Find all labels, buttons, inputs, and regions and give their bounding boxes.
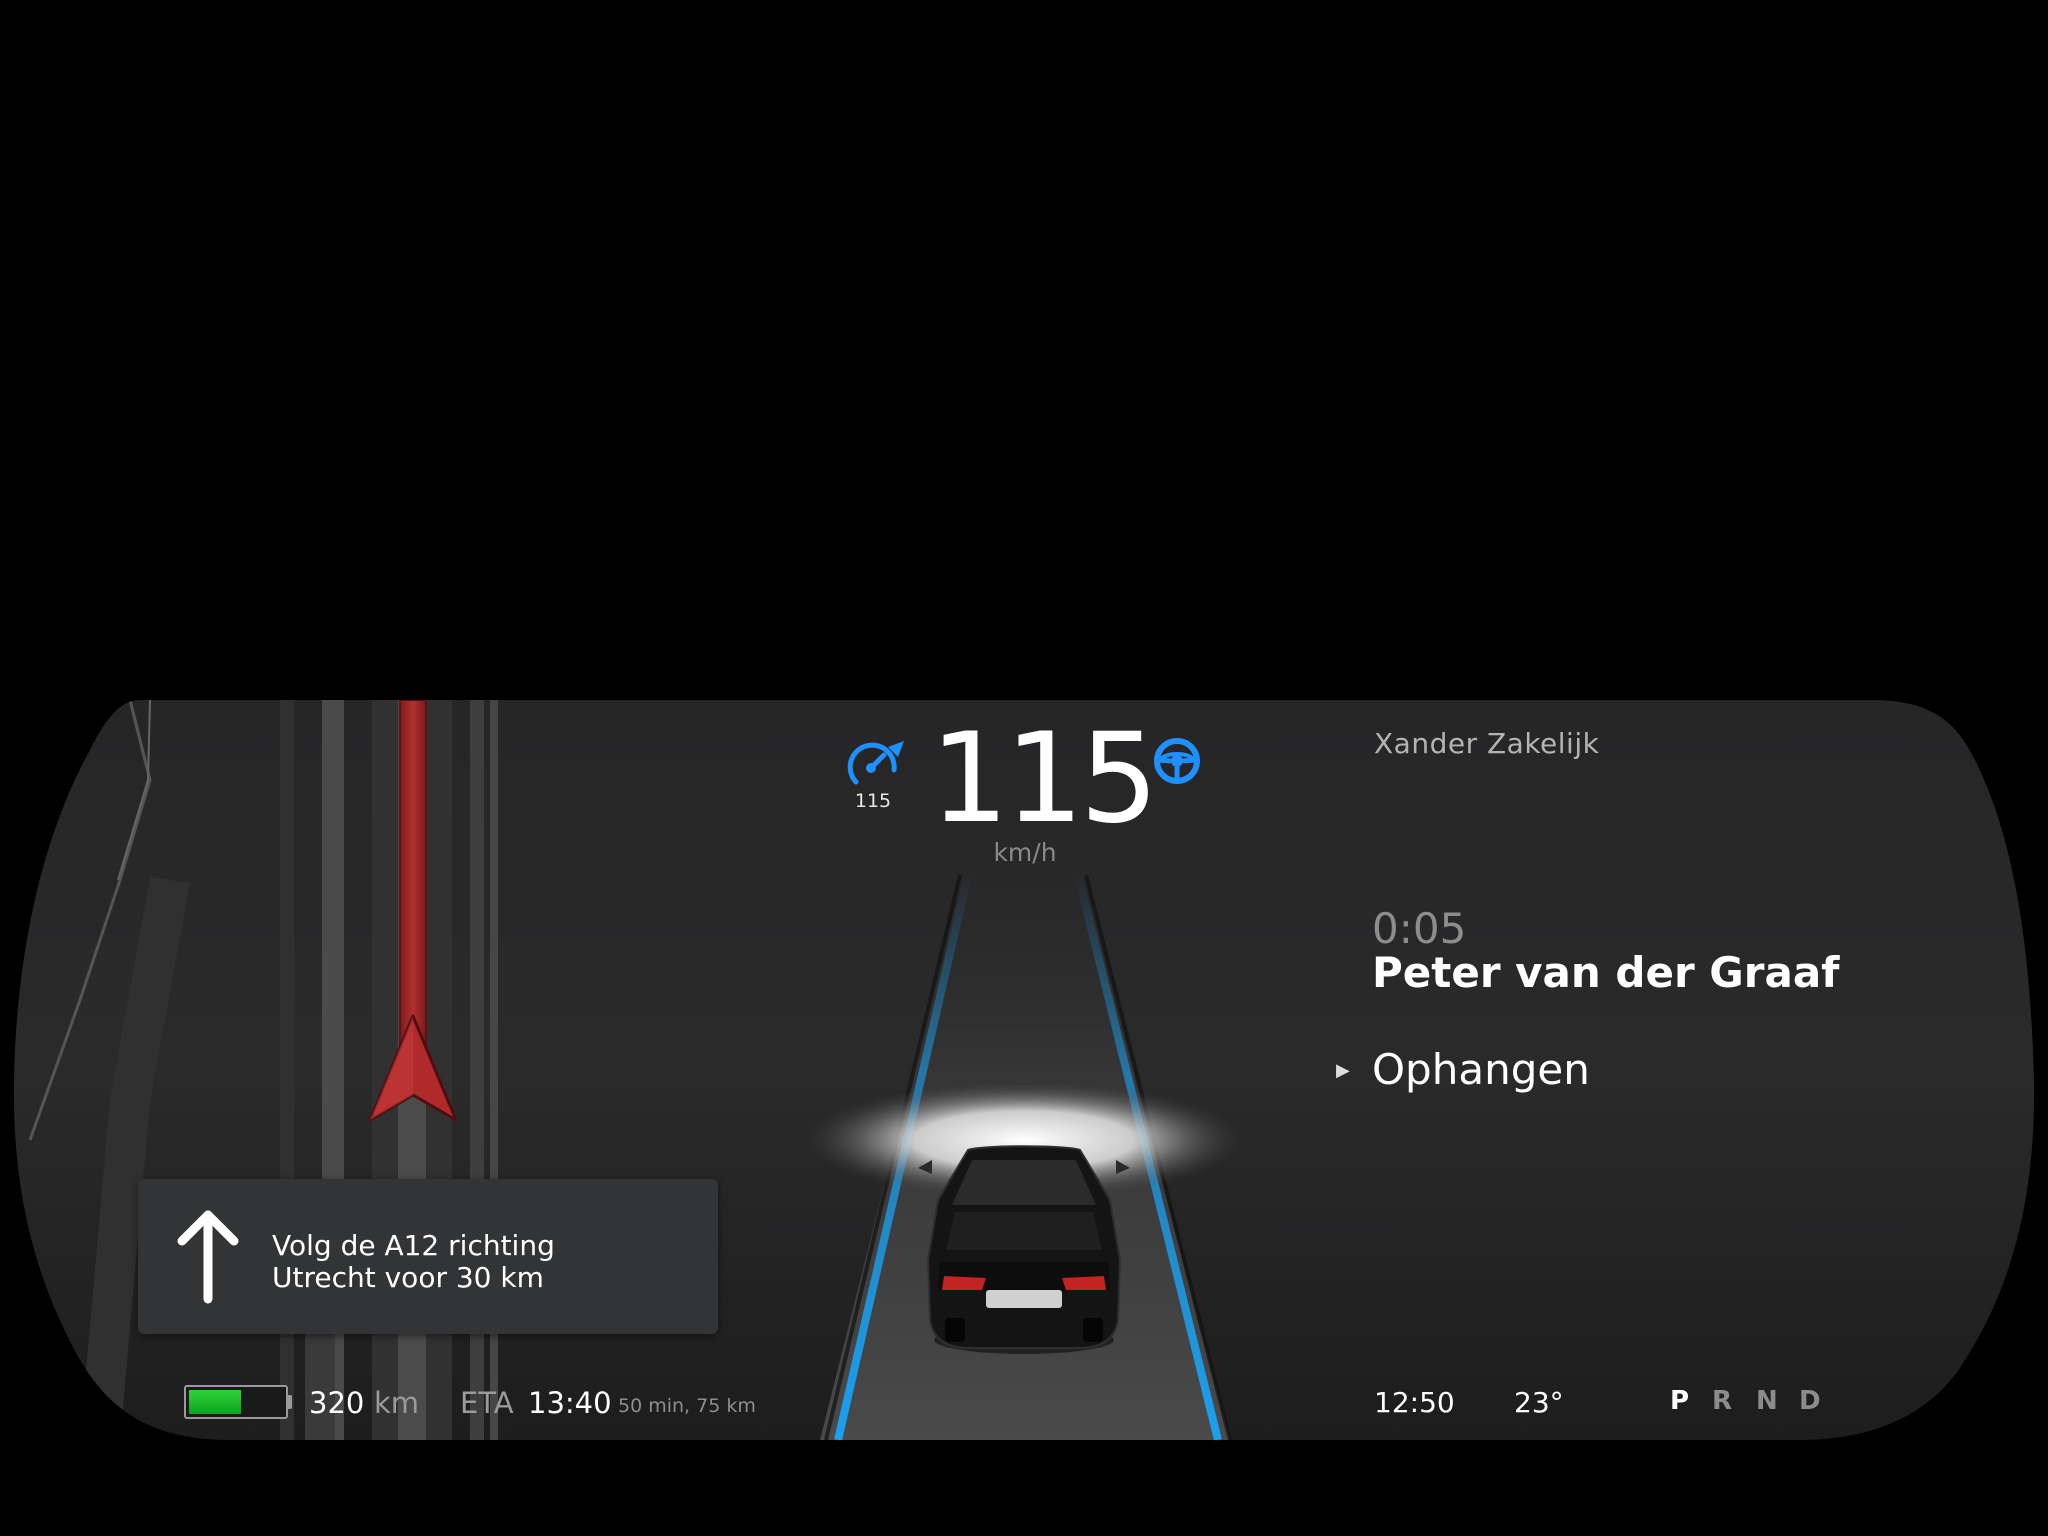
eta-label: ETA <box>460 1386 514 1420</box>
nav-instruction-line-2: Utrecht voor 30 km <box>272 1261 544 1294</box>
eta-time: 13:40 <box>528 1386 612 1420</box>
eta-detail: 50 min, 75 km <box>618 1395 756 1417</box>
route-line <box>399 700 427 1061</box>
clock: 12:50 <box>1374 1386 1455 1419</box>
hang-up-button[interactable]: Ophangen <box>1372 1045 1590 1094</box>
arrow-up-icon <box>177 1210 239 1304</box>
battery-level-fill <box>189 1390 241 1414</box>
driver-profile-name[interactable]: Xander Zakelijk <box>1374 727 1599 760</box>
navigation-instruction-card[interactable]: Volg de A12 richting Utrecht voor 30 km <box>138 1179 718 1334</box>
speed-unit: km/h <box>993 838 1057 867</box>
play-triangle-icon: ▶ <box>1336 1060 1350 1081</box>
nav-instruction-line-1: Volg de A12 richting <box>272 1229 555 1262</box>
instrument-cluster: 115 115 km/h Xander Zakelijk 0:05 Peter … <box>0 0 2048 1536</box>
gear-drive: D <box>1799 1386 1821 1416</box>
battery-cap <box>288 1395 292 1409</box>
gear-neutral: N <box>1756 1386 1778 1416</box>
caller-name: Peter van der Graaf <box>1372 948 1840 997</box>
current-speed: 115 <box>930 707 1159 851</box>
gear-reverse: R <box>1712 1386 1733 1416</box>
battery-icon <box>184 1385 288 1419</box>
range-unit: km <box>374 1386 420 1420</box>
gear-park: P <box>1670 1386 1690 1416</box>
range-value: 320 <box>309 1386 365 1420</box>
cruise-set-speed: 115 <box>854 790 892 812</box>
outside-temperature: 23° <box>1514 1386 1564 1419</box>
call-duration: 0:05 <box>1372 904 1467 953</box>
